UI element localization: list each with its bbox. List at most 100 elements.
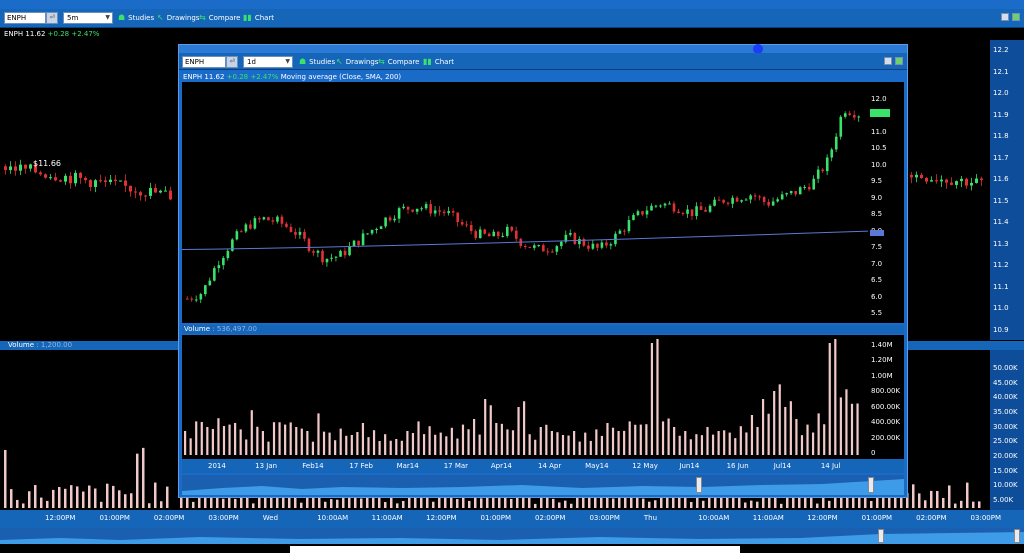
candle-body — [609, 244, 613, 246]
outer-navigator[interactable] — [0, 528, 1024, 544]
outer-drawings-button[interactable]: ↖ Drawings — [157, 12, 199, 24]
outer-volume-bars-left — [4, 447, 169, 508]
outer-navigator-right-handle[interactable] — [1014, 529, 1020, 543]
outer-price-tick-1: 12.1 — [993, 67, 1009, 76]
outer-chart-button[interactable]: ▮▮ Chart — [243, 12, 274, 24]
outer-candle-body — [139, 192, 142, 196]
outer-minimize-button[interactable] — [1001, 13, 1009, 21]
outer-volume-bar — [648, 501, 651, 508]
inner-quote-change-pct: +2.47% — [250, 73, 279, 81]
inner-title-bar[interactable] — [179, 44, 907, 54]
inner-price-tick-11: 6.5 — [871, 276, 883, 285]
candle-body — [798, 187, 802, 195]
inner-maximize-button[interactable] — [895, 57, 903, 65]
outer-time-tick-5: 10:00AM — [317, 514, 349, 522]
volume-bar — [739, 426, 742, 455]
outer-compare-button[interactable]: ⇆ Compare — [199, 12, 240, 24]
inner-symbol-input[interactable]: ENPH — [182, 56, 226, 68]
candle-body — [627, 220, 631, 232]
outer-volume-bar — [456, 499, 459, 508]
outer-time-tick-2: 02:00PM — [153, 514, 185, 522]
candle-body — [217, 265, 221, 269]
inner-volume-tick-4: 600.00K — [871, 402, 901, 411]
volume-bar — [372, 430, 376, 455]
taskbar-highlight — [290, 546, 740, 553]
outer-volume-axis[interactable]: 50.00K 45.00K 40.00K 35.00K 30.00K 25.00K 20.0… — [990, 350, 1024, 510]
outer-symbol-go-button[interactable]: ⏎ — [46, 12, 58, 24]
volume-bar — [250, 410, 253, 455]
outer-candle-body — [975, 178, 978, 183]
inner-chart-window[interactable]: ENPH ⏎ 1d ▼ ☗ Studies ↖ Drawings ⇆ Compare ▮… — [178, 44, 908, 498]
volume-bar — [345, 435, 348, 455]
outer-volume-bar — [960, 500, 963, 508]
inner-navigator-left-handle[interactable] — [696, 477, 702, 493]
volume-bar — [256, 426, 259, 455]
outer-volume-bar — [52, 489, 55, 508]
candle-body — [726, 202, 730, 204]
outer-studies-button[interactable]: ☗ Studies — [118, 12, 154, 24]
inner-volume-axis[interactable]: 1.40M 1.20M 1.00M 800.00K 600.00K 400.00K 200.… — [868, 335, 904, 459]
outer-volume-bar — [198, 497, 201, 508]
outer-volume-bar — [978, 501, 981, 508]
volume-bar — [539, 427, 542, 455]
inner-quote-change: +0.28 — [226, 73, 249, 81]
volume-bar — [484, 399, 487, 455]
inner-price-tick-10: 7.0 — [871, 259, 883, 268]
inner-studies-button[interactable]: ☗ Studies — [299, 56, 335, 68]
volume-bar — [611, 427, 615, 455]
candle-body — [731, 197, 734, 204]
outer-volume-bar — [702, 500, 705, 508]
outer-volume-bar — [124, 494, 127, 508]
volume-bar — [667, 418, 670, 455]
candle-body — [771, 201, 775, 206]
inner-volume-chart[interactable] — [182, 335, 868, 459]
compare-icon: ⇆ — [378, 57, 385, 66]
candle-body — [366, 233, 369, 235]
volume-bar — [384, 434, 387, 455]
outer-volume-bar — [972, 501, 975, 508]
candle-body — [830, 149, 834, 158]
inner-price-axis[interactable]: 12.011.511.010.510.09.59.08.58.07.57.06.… — [868, 82, 904, 323]
inner-navigator-right-handle[interactable] — [868, 477, 874, 493]
inner-navigator[interactable] — [182, 475, 904, 495]
candle-body — [510, 226, 514, 231]
inner-price-chart[interactable] — [182, 82, 868, 323]
inner-compare-button[interactable]: ⇆ Compare — [378, 56, 419, 68]
volume-bar — [856, 403, 859, 455]
candle-body — [816, 169, 820, 179]
outer-volume-bar — [46, 500, 49, 508]
volume-bar — [561, 435, 565, 455]
candle-body — [762, 197, 766, 202]
outer-time-axis[interactable]: 12:00PM 01:00PM 02:00PM 03:00PM Wed 10:00AM 11… — [0, 510, 1024, 528]
outer-symbol-input[interactable]: ENPH — [4, 12, 46, 24]
outer-time-tick-4: Wed — [262, 514, 279, 522]
outer-candle-body — [940, 179, 943, 182]
candle-body — [496, 231, 500, 237]
volume-bar — [573, 431, 576, 455]
candle-body — [605, 242, 608, 246]
outer-maximize-button[interactable] — [1012, 13, 1020, 21]
candle-body — [186, 298, 189, 300]
outer-interval-select[interactable]: 5m ▼ — [63, 12, 113, 24]
inner-symbol-go-button[interactable]: ⏎ — [226, 56, 238, 68]
outer-price-tick-10: 11.2 — [993, 261, 1009, 270]
outer-candle-body — [960, 178, 963, 182]
inner-compare-label: Compare — [387, 58, 420, 66]
candle-body — [803, 186, 807, 188]
inner-drawings-button[interactable]: ↖ Drawings — [336, 56, 378, 68]
inner-minimize-button[interactable] — [884, 57, 892, 65]
inner-interval-select[interactable]: 1d ▼ — [243, 56, 293, 68]
candle-body — [857, 116, 861, 118]
inner-time-tick-7: 14 Apr — [538, 462, 562, 470]
outer-candle-body — [29, 164, 32, 169]
outer-price-axis[interactable]: 12.2 12.1 12.0 11.9 11.8 11.7 11.6 11.5 11.4 11.3… — [990, 40, 1024, 340]
candle-body — [195, 299, 198, 301]
inner-chart-button[interactable]: ▮▮ Chart — [423, 56, 454, 68]
volume-bar — [406, 431, 409, 455]
outer-price-tick-13: 10.9 — [993, 326, 1009, 334]
candle-body — [379, 226, 383, 230]
outer-navigator-left-handle[interactable] — [878, 529, 884, 543]
inner-time-axis[interactable]: 2014 13 Jan Feb14 17 Feb Mar14 17 Mar Apr14 14 … — [182, 459, 904, 473]
candle-body — [415, 208, 419, 212]
volume-bar — [356, 432, 359, 455]
